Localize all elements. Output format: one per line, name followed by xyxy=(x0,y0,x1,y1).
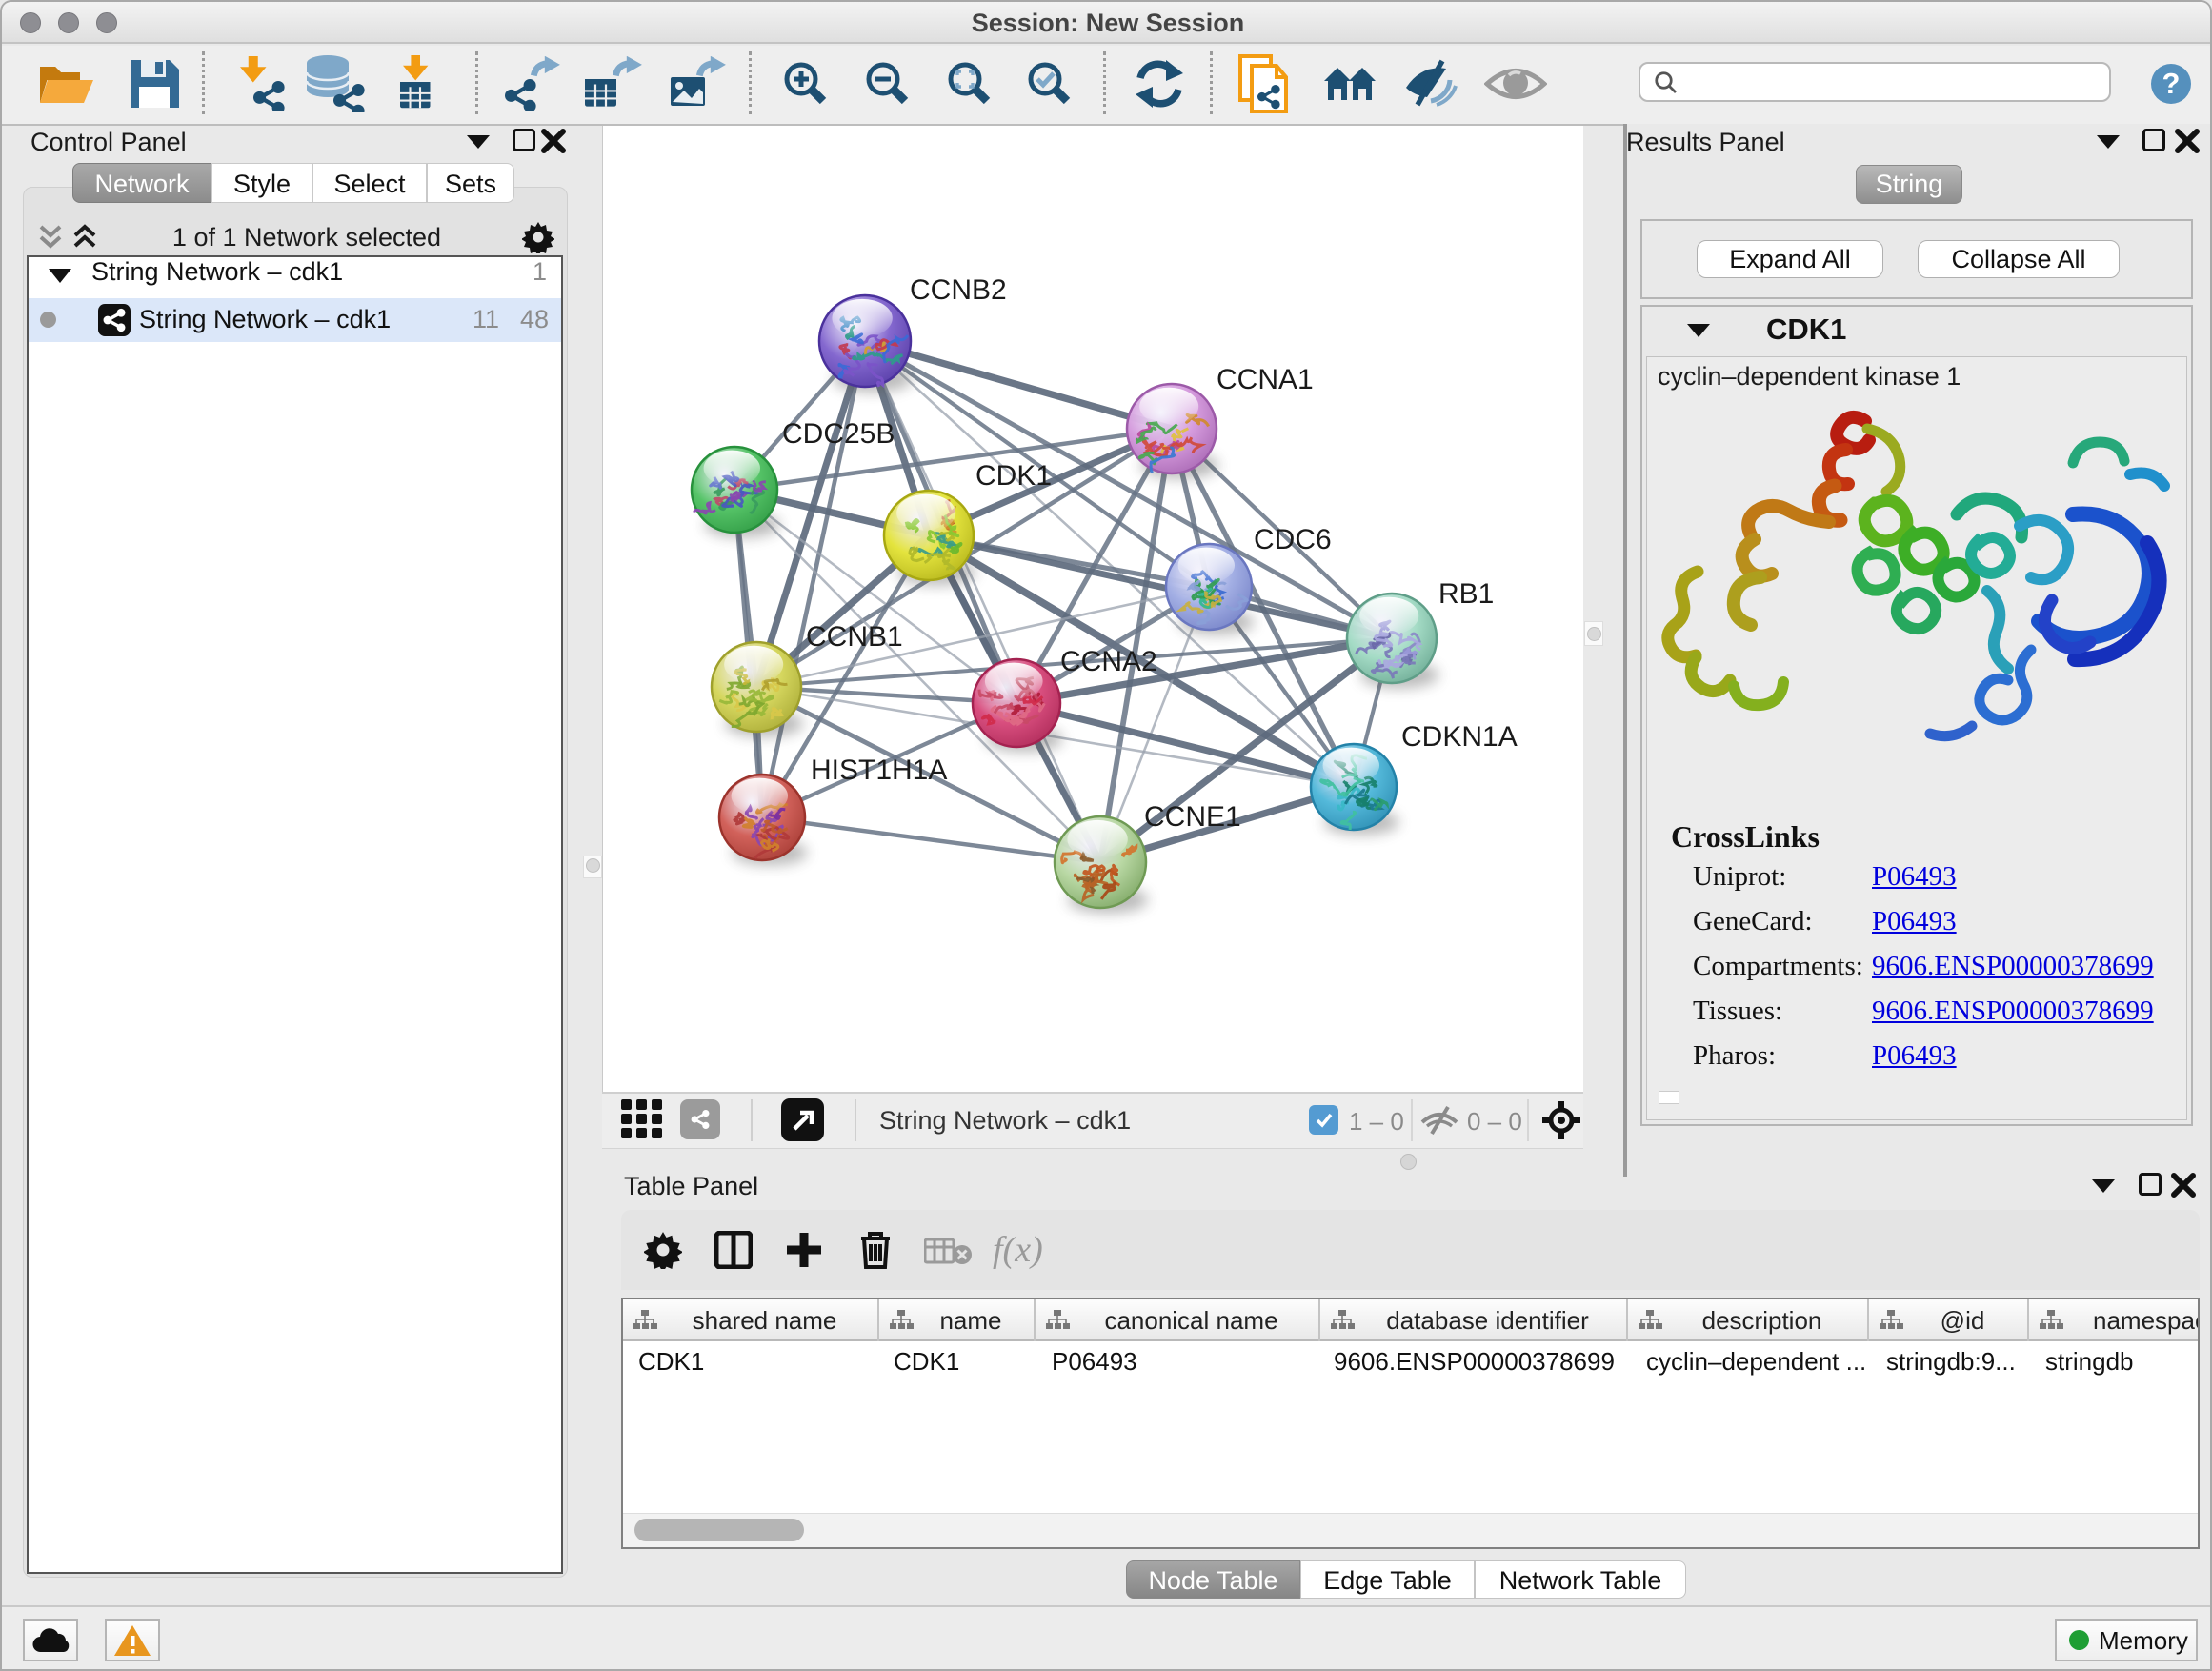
svg-text:RB1: RB1 xyxy=(1438,578,1494,610)
svg-text:CDC6: CDC6 xyxy=(1254,524,1332,555)
svg-text:CDC25B: CDC25B xyxy=(782,418,895,450)
svg-text:CCNA1: CCNA1 xyxy=(1217,364,1314,395)
svg-text:CCNE1: CCNE1 xyxy=(1144,801,1241,833)
svg-text:CCNB2: CCNB2 xyxy=(910,274,1007,306)
svg-text:CDKN1A: CDKN1A xyxy=(1401,721,1518,753)
svg-text:CCNA2: CCNA2 xyxy=(1060,646,1157,677)
svg-text:CCNB1: CCNB1 xyxy=(806,621,903,653)
svg-text:CDK1: CDK1 xyxy=(975,460,1052,492)
svg-text:HIST1H1A: HIST1H1A xyxy=(811,755,947,786)
